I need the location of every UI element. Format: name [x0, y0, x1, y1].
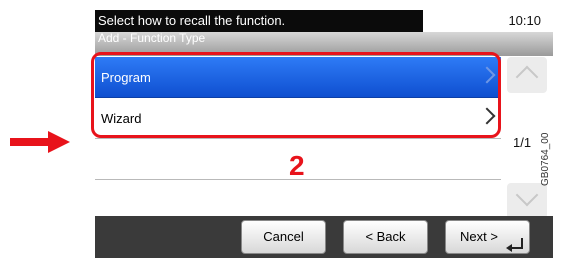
status-message: Select how to recall the function.: [95, 10, 423, 32]
pointer-arrow: [10, 131, 70, 158]
list-item-empty: [95, 180, 501, 221]
status-bar: Select how to recall the function. 10:10: [95, 10, 553, 32]
status-time: 10:10: [508, 13, 541, 28]
step-number: 2: [289, 150, 305, 181]
back-button[interactable]: < Back: [343, 220, 428, 254]
bottom-bar: Cancel < Back Next >: [95, 216, 553, 258]
next-button[interactable]: Next >: [445, 220, 530, 254]
enter-arrowhead: [506, 244, 512, 252]
scroll-up-button[interactable]: [507, 57, 547, 93]
figure-code: GB0764_00: [540, 132, 551, 186]
device-screen: Select how to recall the function. 10:10…: [91, 10, 553, 258]
screen-subtitle: Add - Function Type: [98, 31, 206, 45]
page-indicator: 1/1: [513, 135, 532, 150]
function-type-list: Program Wizard: [91, 52, 501, 224]
next-button-label: Next >: [460, 229, 498, 244]
chevron-up-icon: [515, 65, 539, 89]
cancel-button[interactable]: Cancel: [241, 220, 326, 254]
chevron-down-icon: [515, 183, 539, 207]
scroll-down-button[interactable]: [507, 183, 547, 219]
highlight-frame: [91, 52, 501, 138]
